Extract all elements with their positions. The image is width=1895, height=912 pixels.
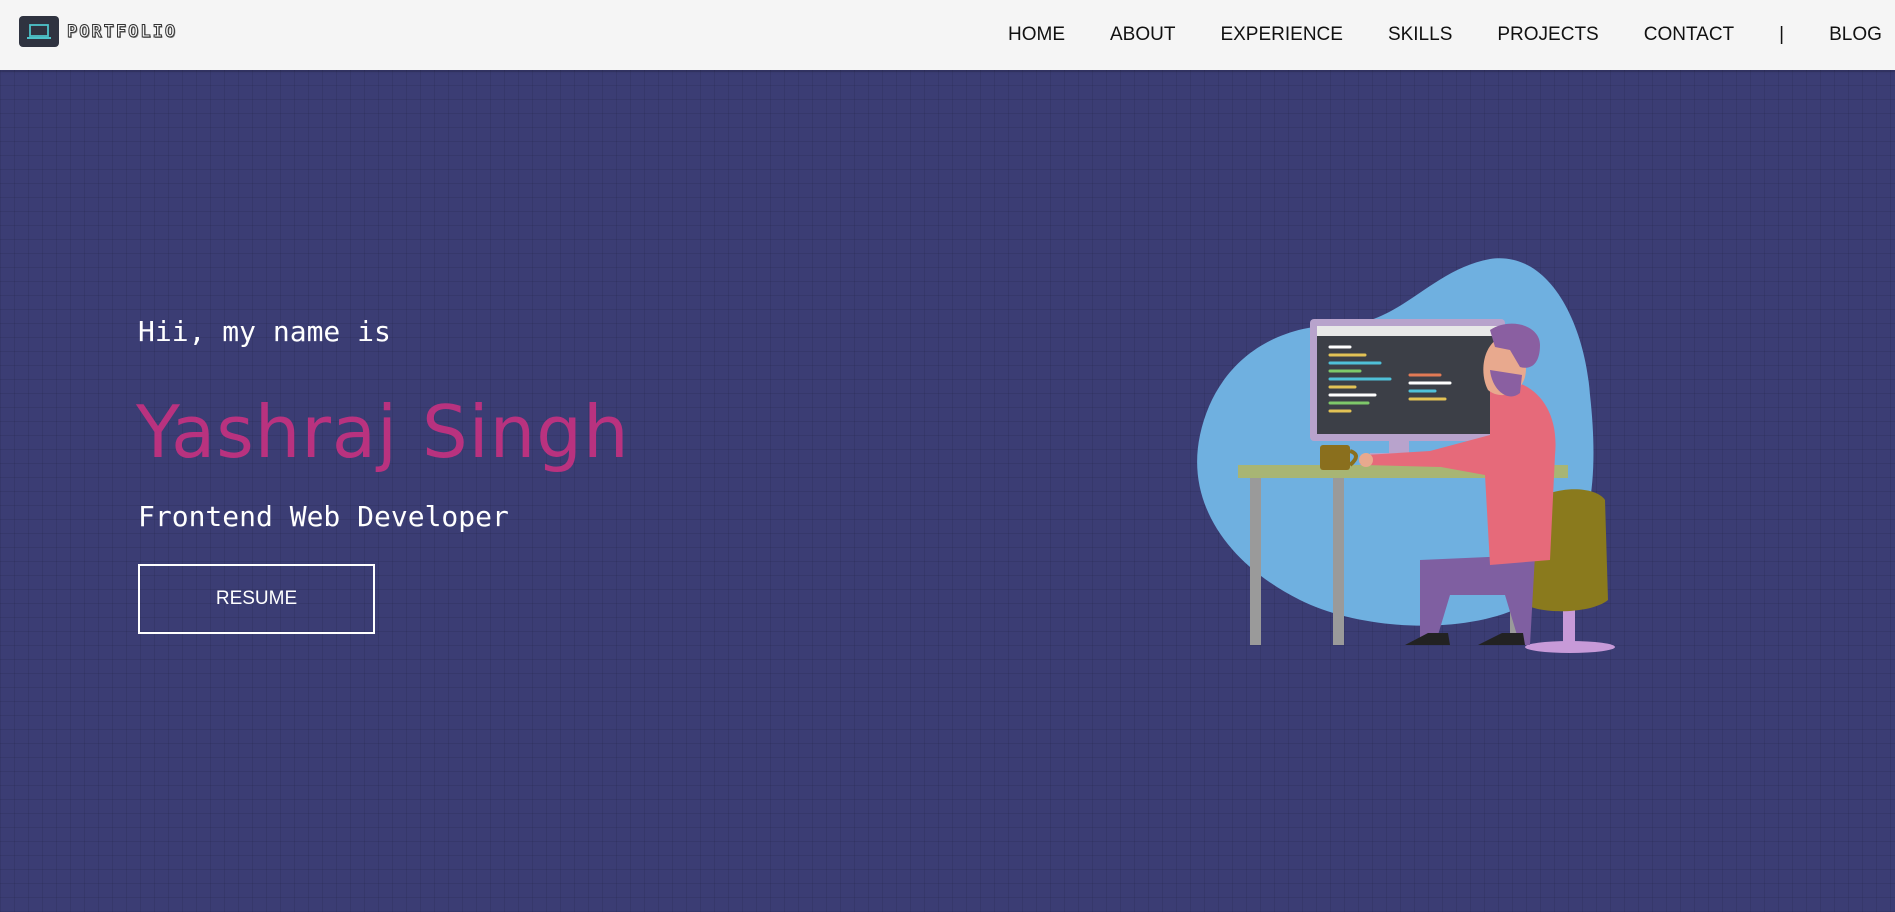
nav-about[interactable]: ABOUT bbox=[1110, 24, 1175, 46]
nav-experience[interactable]: EXPERIENCE bbox=[1220, 24, 1342, 46]
nav-home[interactable]: HOME bbox=[1008, 24, 1065, 46]
site-logo[interactable]: PORTFOLIO bbox=[19, 16, 177, 47]
main-nav: HOME ABOUT EXPERIENCE SKILLS PROJECTS CO… bbox=[1008, 24, 1895, 46]
nav-separator: | bbox=[1779, 24, 1785, 45]
nav-contact[interactable]: CONTACT bbox=[1644, 24, 1734, 46]
nav-skills[interactable]: SKILLS bbox=[1388, 24, 1452, 46]
nav-projects[interactable]: PROJECTS bbox=[1497, 24, 1598, 46]
resume-button[interactable]: RESUME bbox=[138, 564, 375, 634]
laptop-icon bbox=[19, 16, 59, 47]
navbar: PORTFOLIO HOME ABOUT EXPERIENCE SKILLS P… bbox=[0, 0, 1895, 70]
hero-section: Hii, my name is Yashraj Singh Frontend W… bbox=[0, 70, 1895, 912]
hero-name: Yashraj Singh bbox=[136, 390, 630, 474]
developer-at-desk-illustration bbox=[1197, 258, 1615, 653]
logo-text: PORTFOLIO bbox=[66, 21, 178, 42]
nav-blog[interactable]: BLOG bbox=[1829, 24, 1882, 46]
hero-greeting: Hii, my name is bbox=[138, 315, 391, 348]
hero-role: Frontend Web Developer bbox=[138, 500, 509, 533]
